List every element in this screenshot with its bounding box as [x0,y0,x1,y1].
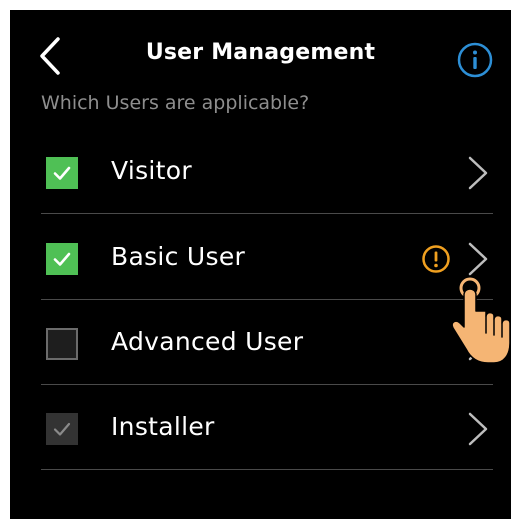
info-button[interactable] [456,41,494,79]
row-divider [41,469,493,470]
question-text: Which Users are applicable? [41,92,310,114]
header-bar: User Management [10,10,511,98]
visitor-checkbox[interactable] [46,157,78,189]
user-row-label: Basic User [111,242,246,271]
chevron-right-icon[interactable] [466,155,490,191]
user-row-basic-user[interactable]: Basic User [41,215,493,300]
checkmark-icon [53,166,71,180]
checkmark-icon [53,252,71,266]
chevron-right-icon[interactable] [466,241,490,277]
user-row-visitor[interactable]: Visitor [41,129,493,214]
chevron-right-icon[interactable] [466,411,490,447]
page-title: User Management [145,40,376,65]
user-row-installer[interactable]: Installer [41,385,493,470]
advanced-user-checkbox[interactable] [46,328,78,360]
row-divider [41,213,493,214]
device-screen: User Management Which Users are applicab… [10,10,511,519]
installer-checkbox [46,413,78,445]
user-row-advanced-user[interactable]: Advanced User [41,300,493,385]
user-row-label: Visitor [111,156,192,185]
warning-icon[interactable] [421,244,451,274]
info-icon [457,42,493,78]
tap-hand-icon [451,277,511,364]
user-row-label: Advanced User [111,327,304,356]
user-row-label: Installer [111,412,215,441]
checkmark-icon [53,422,71,436]
basic-user-checkbox[interactable] [46,243,78,275]
